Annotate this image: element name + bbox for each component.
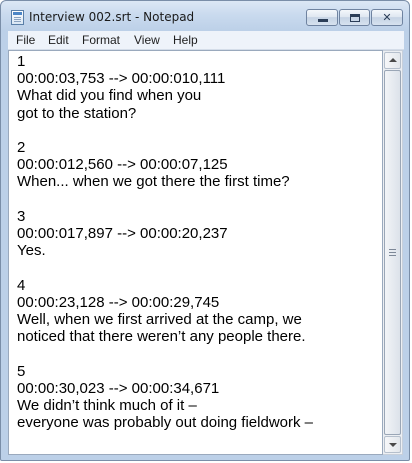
minimize-button[interactable]	[306, 9, 338, 26]
menu-format[interactable]: Format	[82, 33, 120, 47]
text-editor[interactable]: 1 00:00:03,753 --> 00:00:010,111 What di…	[8, 50, 383, 455]
notepad-window: Interview 002.srt - Notepad ✕ File Edit …	[0, 0, 410, 461]
minimize-icon	[318, 19, 328, 22]
close-icon: ✕	[382, 11, 392, 24]
maximize-button[interactable]	[339, 9, 370, 26]
menu-bar: File Edit Format View Help	[8, 31, 404, 50]
scrollbar-thumb[interactable]	[384, 70, 401, 435]
notepad-icon[interactable]	[11, 10, 24, 25]
close-button[interactable]: ✕	[371, 9, 403, 26]
window-title: Interview 002.srt - Notepad	[29, 10, 195, 24]
scroll-up-arrow-icon[interactable]	[384, 52, 401, 69]
vertical-scrollbar[interactable]	[383, 50, 403, 455]
document-text[interactable]: 1 00:00:03,753 --> 00:00:010,111 What di…	[17, 53, 380, 431]
menu-file[interactable]: File	[16, 33, 35, 47]
menu-view[interactable]: View	[134, 33, 160, 47]
menu-edit[interactable]: Edit	[48, 33, 69, 47]
menu-help[interactable]: Help	[173, 33, 198, 47]
title-bar[interactable]: Interview 002.srt - Notepad ✕	[1, 1, 409, 31]
scroll-down-arrow-icon[interactable]	[384, 436, 401, 453]
maximize-icon	[350, 14, 360, 22]
grip-icon	[389, 249, 396, 256]
